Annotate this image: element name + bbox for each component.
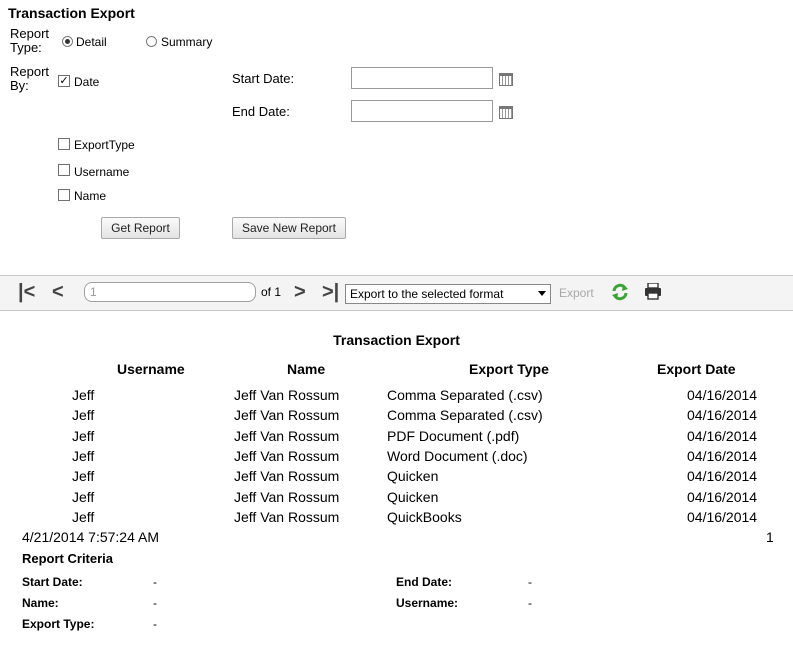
page-number-input[interactable]: 1: [84, 282, 256, 302]
criteria-start-date-value: -: [153, 575, 157, 589]
cell-export-date: 04/16/2014: [687, 447, 758, 464]
username-checkbox[interactable]: [58, 164, 70, 176]
previous-page-icon[interactable]: <: [52, 281, 64, 304]
exporttype-checkbox-label[interactable]: ExportType: [74, 138, 135, 152]
cell-export-date: 04/16/2014: [687, 468, 758, 485]
username-checkbox-label[interactable]: Username: [74, 165, 129, 179]
report-type-label: Report Type:: [10, 27, 49, 55]
page-count-label: of 1: [261, 285, 282, 299]
detail-radio[interactable]: [62, 36, 73, 47]
exporttype-checkbox[interactable]: [58, 138, 70, 150]
cell-username: Jeff: [72, 407, 95, 424]
cell-username: Jeff: [72, 508, 95, 525]
end-date-label: End Date:: [232, 104, 290, 119]
cell-username: Jeff: [72, 468, 95, 485]
criteria-end-date-label: End Date:: [396, 575, 453, 589]
cell-export-date: 04/16/2014: [687, 508, 758, 525]
report-page-number: 1: [766, 529, 774, 545]
cell-name: Jeff Van Rossum: [234, 447, 340, 464]
cell-export-date: 04/16/2014: [687, 427, 758, 444]
export-format-selected: Export to the selected format: [350, 287, 504, 301]
detail-radio-label[interactable]: Detail: [76, 35, 107, 49]
save-new-report-button[interactable]: Save New Report: [232, 217, 346, 239]
report-by-label-line1: Report: [10, 64, 50, 79]
get-report-button[interactable]: Get Report: [101, 217, 180, 239]
date-checkbox-label[interactable]: Date: [74, 75, 99, 89]
criteria-start-date-label: Start Date:: [22, 575, 83, 589]
cell-name: Jeff Van Rossum: [234, 407, 340, 424]
cell-username: Jeff: [72, 427, 95, 444]
cell-export-type: Word Document (.doc): [387, 447, 528, 464]
report-by-label: Report By:: [10, 65, 49, 93]
cell-export-date: 04/16/2014: [687, 387, 758, 403]
page-number-value: 1: [90, 285, 97, 299]
date-checkbox[interactable]: ✓: [58, 75, 70, 87]
cell-name: Jeff Van Rossum: [234, 468, 340, 485]
cell-username: Jeff: [72, 447, 95, 464]
cell-export-date: 04/16/2014: [687, 407, 758, 424]
chevron-down-icon: [538, 291, 546, 296]
criteria-export-type-value: -: [153, 617, 157, 631]
first-page-icon[interactable]: |<: [18, 281, 35, 304]
summary-radio[interactable]: [146, 36, 157, 47]
criteria-username-value: -: [528, 596, 532, 610]
column-header-export-date: Export Date: [657, 361, 736, 377]
export-format-select[interactable]: Export to the selected format: [345, 284, 551, 304]
criteria-name-label: Name:: [22, 596, 59, 610]
criteria-end-date-value: -: [528, 575, 532, 589]
cell-export-type: Comma Separated (.csv): [387, 387, 543, 403]
cell-export-type: Quicken: [387, 488, 439, 505]
column-header-username: Username: [117, 361, 185, 377]
name-checkbox[interactable]: [58, 189, 70, 201]
page-title: Transaction Export: [8, 5, 135, 21]
report-by-label-line2: By:: [10, 78, 29, 93]
end-date-input[interactable]: [351, 100, 493, 122]
cell-username: Jeff: [72, 387, 95, 403]
next-page-icon[interactable]: >: [294, 281, 306, 304]
cell-export-type: Comma Separated (.csv): [387, 407, 543, 424]
criteria-name-value: -: [153, 596, 157, 610]
name-checkbox-label[interactable]: Name: [74, 189, 106, 203]
criteria-export-type-label: Export Type:: [22, 617, 95, 631]
cell-export-type: Quicken: [387, 468, 439, 485]
report-type-label-line1: Report: [10, 26, 50, 41]
cell-export-type: PDF Document (.pdf): [387, 427, 520, 444]
start-date-label: Start Date:: [232, 71, 295, 86]
column-header-name: Name: [287, 361, 326, 377]
report-title: Transaction Export: [333, 332, 460, 348]
report-viewer-toolbar: |< < 1 of 1 > >| Export to the selected …: [0, 275, 793, 311]
calendar-icon[interactable]: [499, 73, 513, 86]
last-page-icon[interactable]: >|: [322, 281, 339, 304]
report-type-label-line2: Type:: [10, 40, 42, 55]
calendar-icon[interactable]: [499, 106, 513, 119]
cell-export-date: 04/16/2014: [687, 488, 758, 505]
criteria-username-label: Username:: [396, 596, 459, 610]
report-criteria-title: Report Criteria: [22, 551, 114, 566]
start-date-input[interactable]: [351, 67, 493, 89]
export-link[interactable]: Export: [559, 286, 594, 300]
summary-radio-label[interactable]: Summary: [161, 35, 212, 49]
cell-name: Jeff Van Rossum: [234, 427, 340, 444]
column-header-export-type: Export Type: [469, 361, 549, 377]
cell-name: Jeff Van Rossum: [234, 387, 340, 403]
cell-name: Jeff Van Rossum: [234, 508, 340, 525]
cell-export-type: QuickBooks: [387, 508, 462, 525]
cell-name: Jeff Van Rossum: [234, 488, 340, 505]
cell-username: Jeff: [72, 488, 95, 505]
print-icon[interactable]: [645, 282, 661, 300]
refresh-icon[interactable]: [611, 283, 629, 301]
report-timestamp: 4/21/2014 7:57:24 AM: [22, 529, 159, 545]
